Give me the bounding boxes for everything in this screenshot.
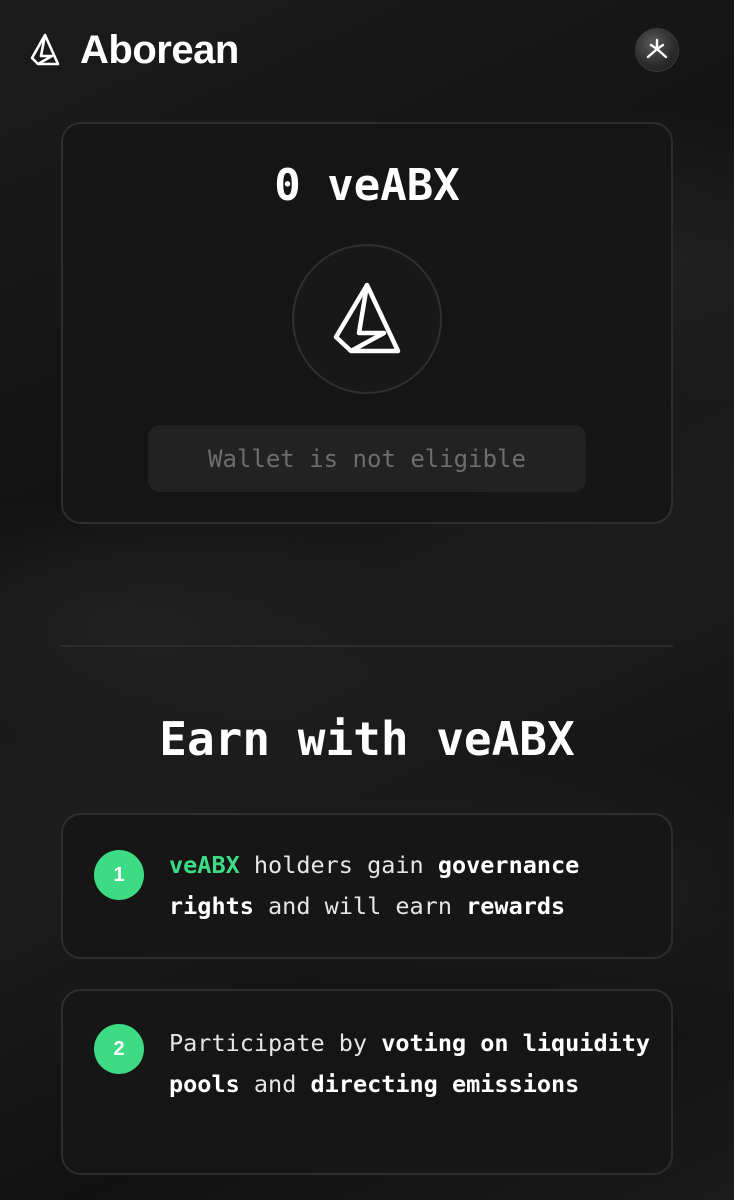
earn-step-card: 1 veABX holders gain governance rights a… [61,813,673,959]
step-text-plain: Participate by [169,1029,382,1057]
earn-section-title: Earn with veABX [159,712,575,766]
step-text-plain: holders gain [239,851,438,879]
veabx-balance: 0 veABX [274,160,460,211]
app-header: Aborean [0,0,734,100]
aborean-logo-icon[interactable] [28,33,62,67]
step-text-bold: rewards [466,892,566,920]
step-number-badge: 2 [94,1024,144,1074]
brand-name[interactable]: Aborean [80,24,239,76]
wallet-eligibility-button[interactable]: Wallet is not eligible [148,425,586,492]
step-description: Participate by voting on liquidity pools… [169,1023,659,1105]
wallet-avatar-icon[interactable] [635,28,679,72]
aborean-token-glyph [333,282,401,354]
earn-step-card: 2 Participate by voting on liquidity poo… [61,989,673,1175]
step-number-badge: 1 [94,850,144,900]
step-text-plain: and [239,1070,311,1098]
step-text-plain: and will earn [253,892,467,920]
wallet-avatar-glyph [646,38,668,59]
veabx-token-icon [292,244,442,394]
step-text-highlight: veABX [169,851,240,879]
section-divider [61,645,673,647]
step-text-bold: directing emissions [310,1070,580,1098]
step-description: veABX holders gain governance rights and… [169,845,659,927]
